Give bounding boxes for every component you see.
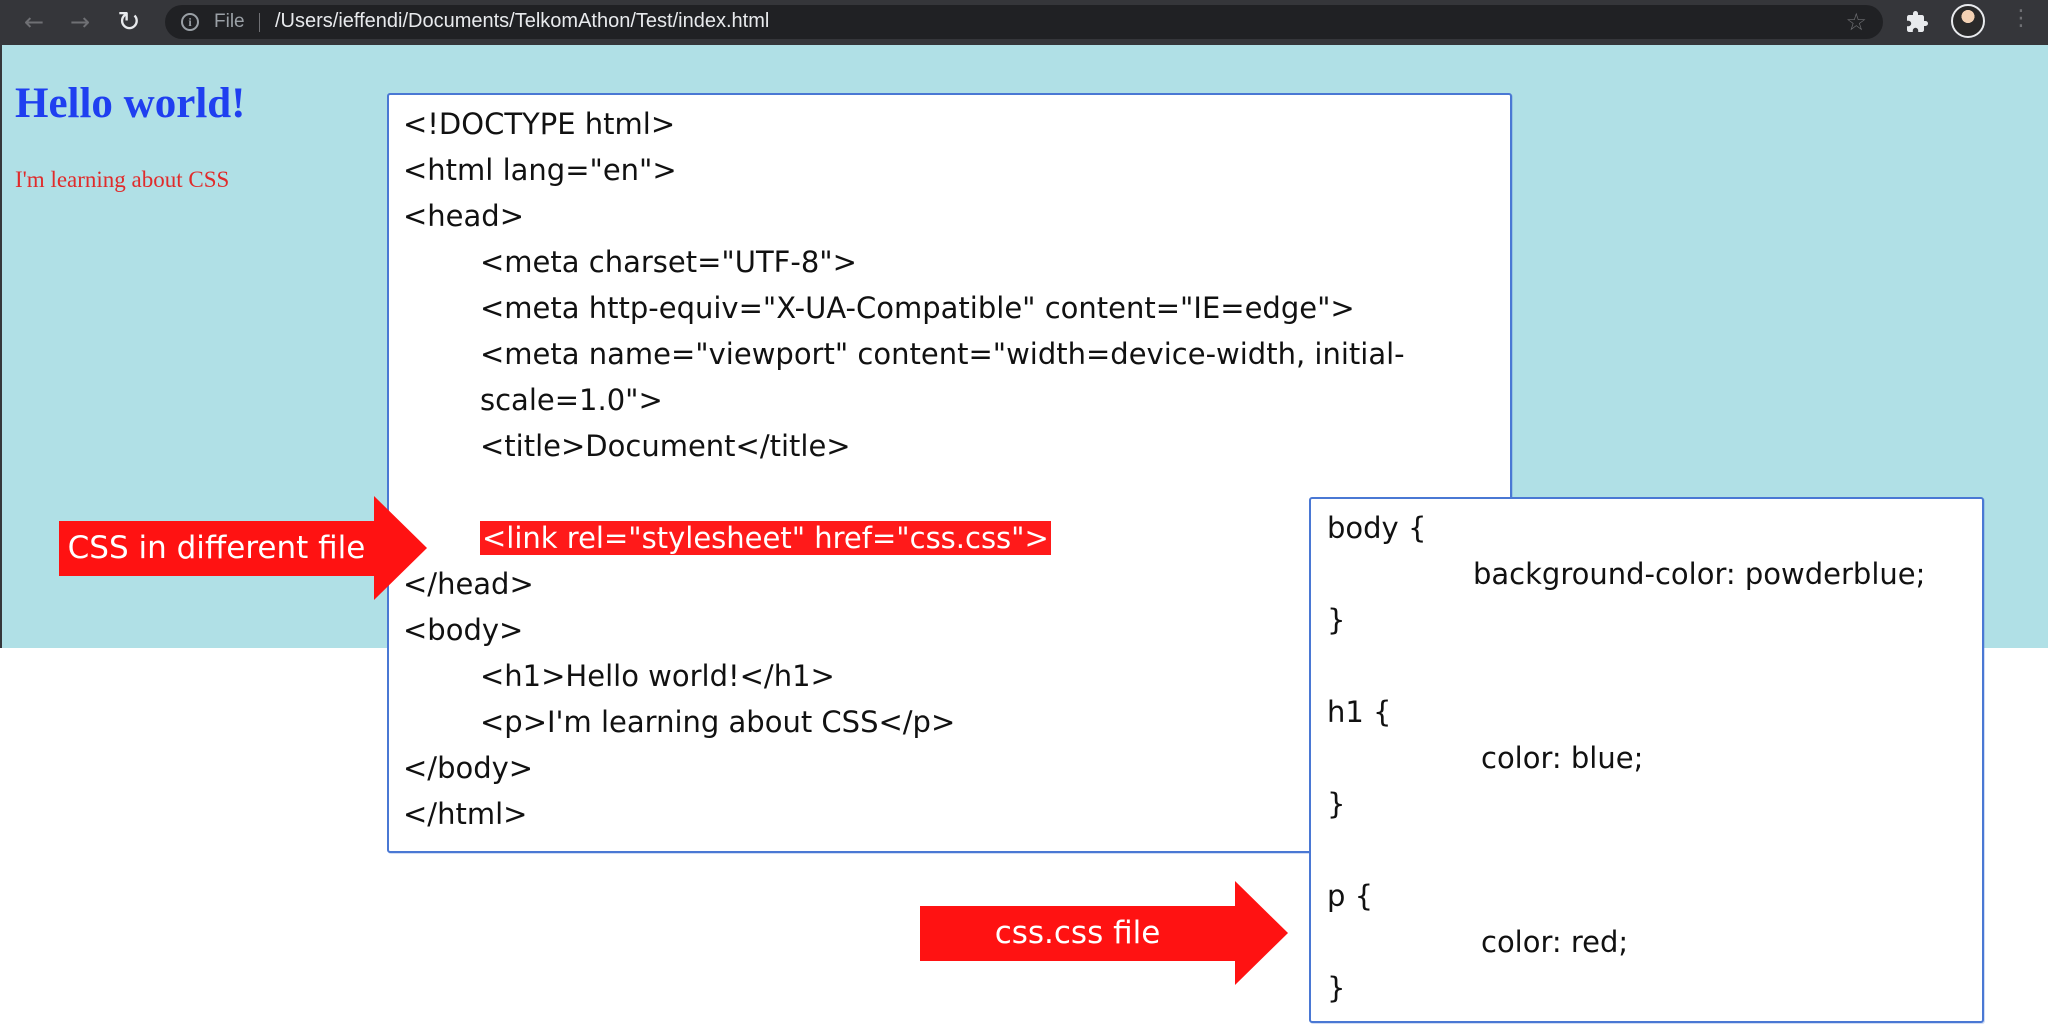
code-line: scale=1.0"> xyxy=(480,383,663,417)
reload-icon[interactable]: ↻ xyxy=(115,8,143,36)
browser-toolbar: ← → ↻ i File /Users/ieffendi/Documents/T… xyxy=(0,0,2048,45)
code-line: h1 { xyxy=(1327,695,1392,729)
puzzle-icon[interactable] xyxy=(1905,10,1929,34)
code-line: <title>Document</title> xyxy=(480,429,851,463)
back-arrow-icon[interactable]: ← xyxy=(20,8,48,36)
stylesheet-link-line: <link rel="stylesheet" href="css.css"> xyxy=(480,521,1051,555)
page-heading: Hello world! xyxy=(15,80,246,127)
arrow-label: css.css file xyxy=(920,905,1235,961)
arrow-head-icon xyxy=(374,496,427,600)
avatar[interactable] xyxy=(1951,4,1985,38)
code-line: <html lang="en"> xyxy=(403,153,677,187)
code-line: p { xyxy=(1327,879,1374,913)
url-text[interactable]: /Users/ieffendi/Documents/TelkomAthon/Te… xyxy=(275,10,769,33)
code-line: </body> xyxy=(403,751,534,785)
forward-arrow-icon[interactable]: → xyxy=(66,8,94,36)
code-line: body { xyxy=(1327,511,1427,545)
css-in-different-file-arrow: CSS in different file xyxy=(59,496,427,600)
code-line: } xyxy=(1327,971,1346,1005)
highlighted-link-tag: <link rel="stylesheet" href="css.css"> xyxy=(480,521,1051,555)
code-line: <h1>Hello world!</h1> xyxy=(480,659,835,693)
code-line: <!DOCTYPE html> xyxy=(403,107,676,141)
url-scheme-label: File xyxy=(214,11,245,32)
code-line: } xyxy=(1327,787,1346,821)
address-separator xyxy=(259,13,260,32)
code-line: background-color: powderblue; xyxy=(1473,557,1926,591)
css-file-arrow: css.css file xyxy=(920,881,1288,985)
code-line: <head> xyxy=(403,199,524,233)
page-paragraph: I'm learning about CSS xyxy=(15,167,230,192)
star-icon[interactable]: ☆ xyxy=(1845,8,1867,36)
info-icon[interactable]: i xyxy=(181,13,199,31)
code-line: color: blue; xyxy=(1481,741,1644,775)
code-line: <meta charset="UTF-8"> xyxy=(480,245,857,279)
code-line: <body> xyxy=(403,613,524,647)
code-line: } xyxy=(1327,603,1346,637)
code-line: color: red; xyxy=(1481,925,1629,959)
code-line: <meta name="viewport" content="width=dev… xyxy=(480,337,1405,371)
kebab-menu-icon[interactable]: ⋮ xyxy=(2010,8,2032,30)
arrow-head-icon xyxy=(1235,881,1288,985)
arrow-label: CSS in different file xyxy=(59,520,374,576)
code-line: <p>I'm learning about CSS</p> xyxy=(480,705,956,739)
css-code-card: body { background-color: powderblue; } h… xyxy=(1309,497,1984,1023)
code-line: <meta http-equiv="X-UA-Compatible" conte… xyxy=(480,291,1355,325)
code-line: </html> xyxy=(403,797,528,831)
address-bar[interactable]: i File /Users/ieffendi/Documents/TelkomA… xyxy=(165,5,1883,39)
